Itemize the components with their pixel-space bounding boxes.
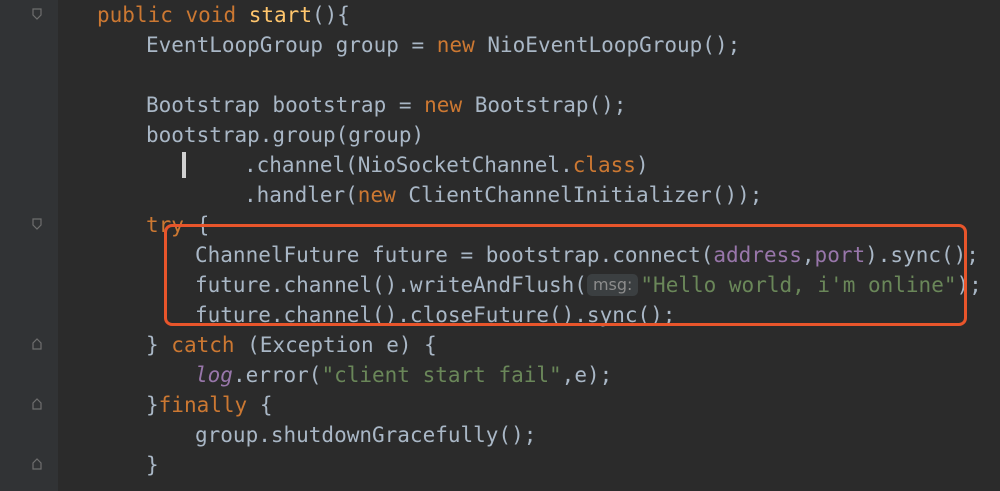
code-token: { xyxy=(247,393,273,417)
code-token: new xyxy=(357,183,396,207)
code-token: Bootstrap bootstrap = xyxy=(146,93,425,117)
code-token: ) xyxy=(635,153,649,177)
code-line: bootstrap.group(group) xyxy=(146,120,424,150)
code-line: } catch (Exception e) { xyxy=(146,330,437,360)
code-token: .handler( xyxy=(244,183,358,207)
code-token: public xyxy=(97,3,173,27)
code-token: .error( xyxy=(232,363,322,387)
fold-marker-icon[interactable] xyxy=(32,398,42,410)
code-line: EventLoopGroup group = new NioEventLoopG… xyxy=(146,30,740,60)
code-token: Bootstrap(); xyxy=(462,93,627,117)
code-line: log.error("client start fail",e); xyxy=(195,360,612,390)
code-token: (){ xyxy=(311,3,350,27)
text-cursor xyxy=(182,152,186,178)
code-token: void xyxy=(185,3,237,27)
code-token: group.shutdownGracefully(); xyxy=(195,423,537,447)
code-token: NioEventLoopGroup(); xyxy=(474,33,741,57)
code-line: } xyxy=(146,450,159,480)
code-token: new xyxy=(424,93,463,117)
fold-marker-icon[interactable] xyxy=(32,218,42,230)
code-line: }finally { xyxy=(146,390,272,420)
annotation-highlight-box xyxy=(164,224,967,326)
code-token: (Exception e) { xyxy=(234,333,437,357)
code-token: "client start fail" xyxy=(321,363,562,387)
code-token: ,e); xyxy=(561,363,613,387)
code-line: .channel(NioSocketChannel.class) xyxy=(244,150,649,180)
code-token: class xyxy=(572,153,636,177)
code-line: Bootstrap bootstrap = new Bootstrap(); xyxy=(146,90,626,120)
code-token: new xyxy=(436,33,475,57)
code-token: } xyxy=(146,393,159,417)
code-token: log xyxy=(195,363,233,387)
fold-marker-icon[interactable] xyxy=(32,458,42,470)
code-token: .channel(NioSocketChannel. xyxy=(244,153,573,177)
code-token: } xyxy=(146,333,172,357)
fold-marker-icon[interactable] xyxy=(32,8,42,20)
fold-marker-icon[interactable] xyxy=(32,338,42,350)
code-line: public void start(){ xyxy=(97,0,350,30)
code-token: catch xyxy=(171,333,235,357)
code-line: .handler(new ClientChannelInitializer())… xyxy=(244,180,762,210)
code-token: bootstrap.group(group) xyxy=(146,123,425,147)
code-token: finally xyxy=(158,393,248,417)
code-token: } xyxy=(146,453,159,477)
code-token: start xyxy=(248,3,312,27)
code-token: ClientChannelInitializer()); xyxy=(395,183,763,207)
code-token: EventLoopGroup group = xyxy=(146,33,437,57)
code-line: group.shutdownGracefully(); xyxy=(195,420,536,450)
